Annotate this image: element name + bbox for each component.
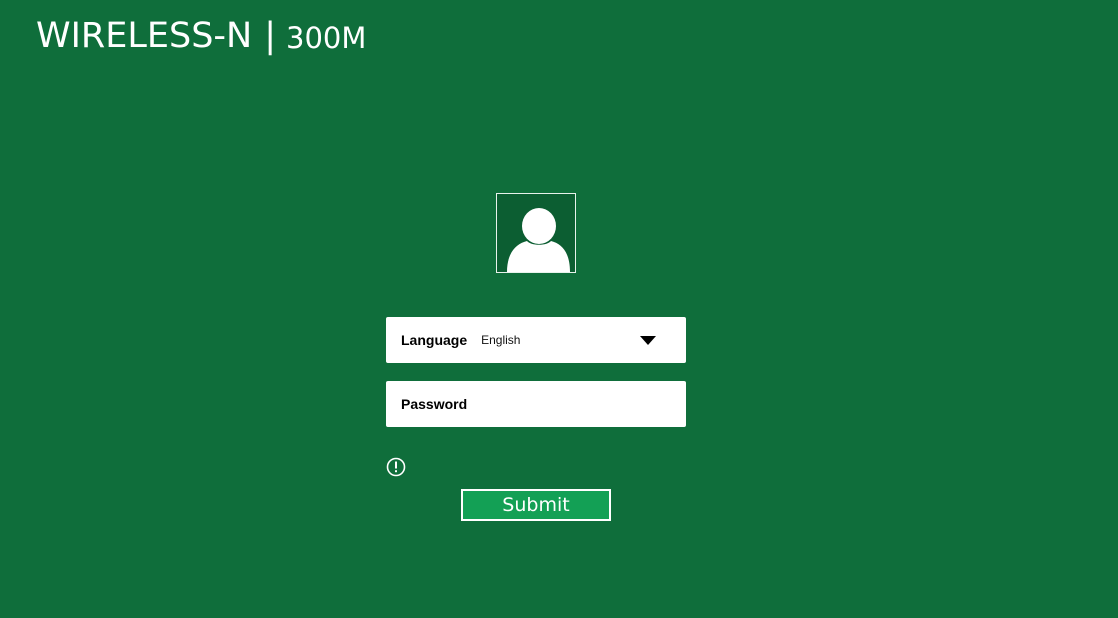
brand-model: 300M [286, 21, 367, 55]
password-label: Password [401, 396, 468, 412]
password-input[interactable] [481, 389, 676, 421]
user-avatar-icon [496, 193, 576, 273]
brand-separator: | [264, 16, 277, 56]
exclamation-circle-icon [386, 457, 406, 477]
brand-header: WIRELESS-N | 300M [36, 14, 366, 58]
password-field[interactable]: Password [386, 381, 686, 427]
user-silhouette [507, 208, 570, 272]
submit-button[interactable]: Submit [461, 489, 611, 521]
language-label: Language [401, 332, 468, 348]
brand-name: WIRELESS-N [36, 16, 253, 56]
language-selected-value[interactable]: English [481, 333, 520, 347]
language-select[interactable]: Language English [386, 317, 686, 363]
caret-down-icon[interactable] [640, 336, 656, 345]
